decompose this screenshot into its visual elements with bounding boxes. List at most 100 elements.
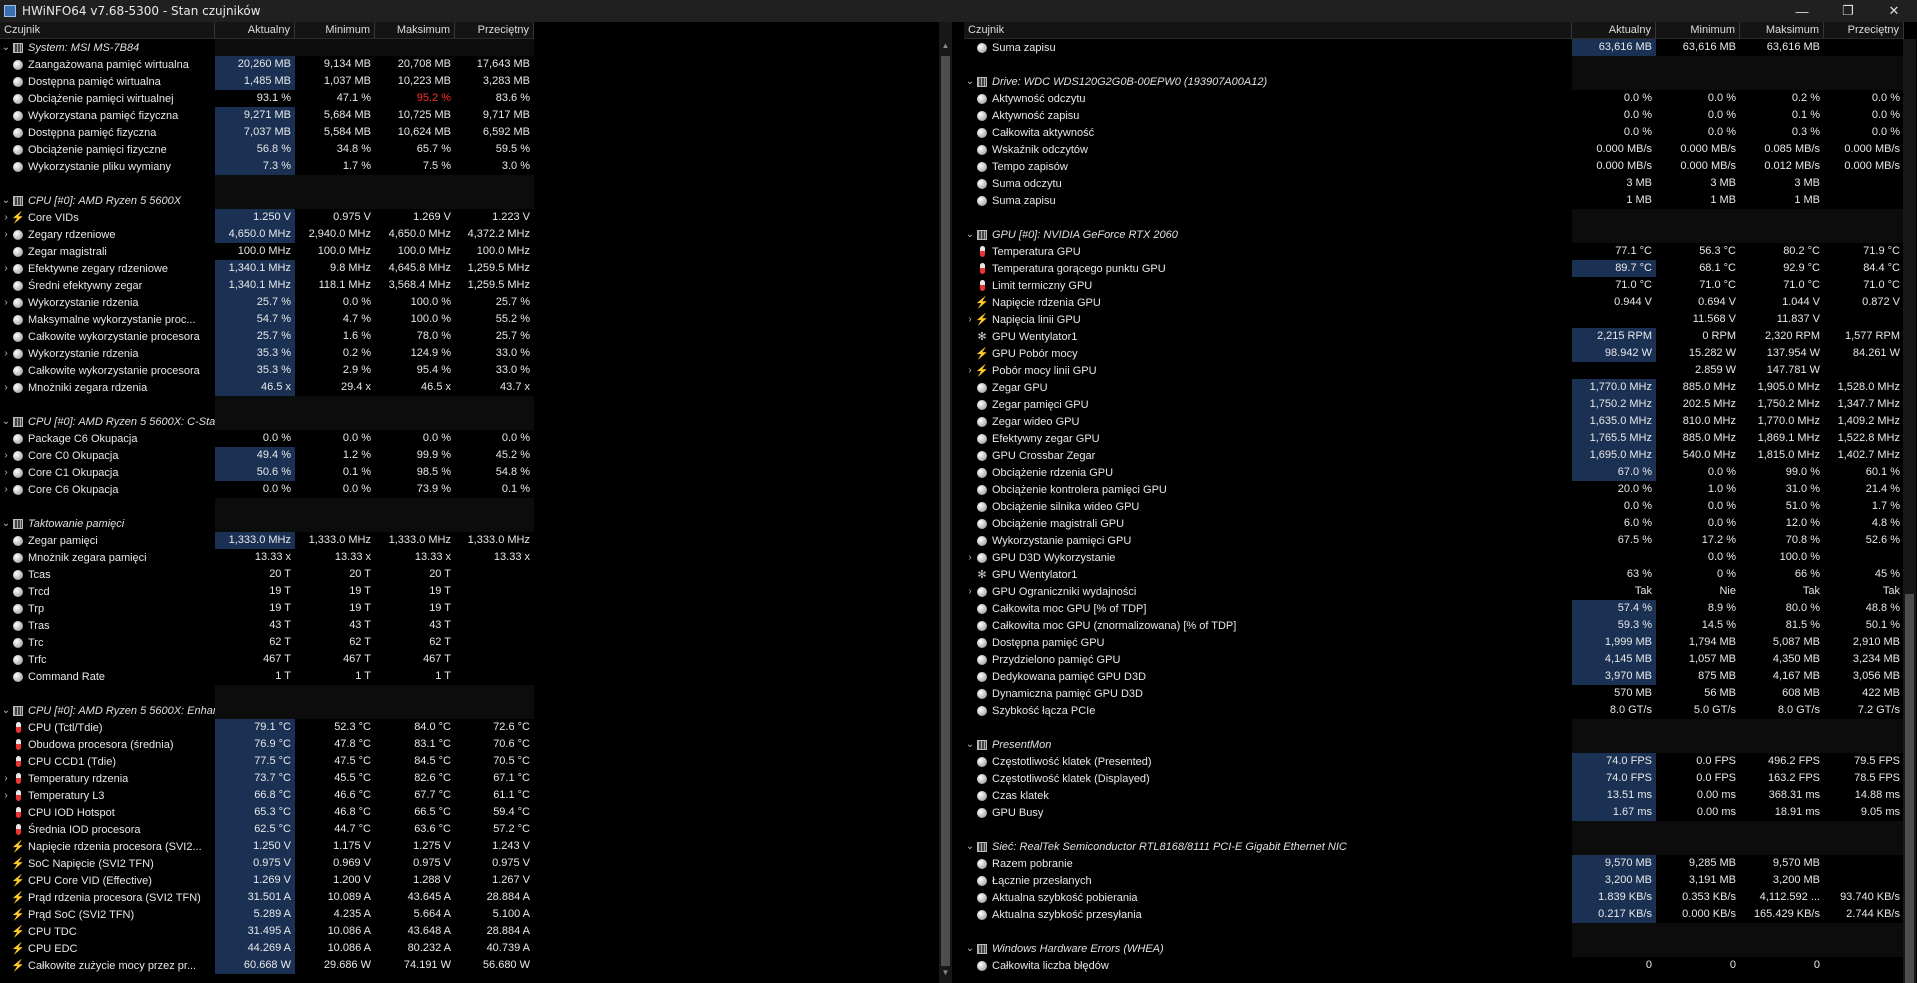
scroll-up-arrow-icon[interactable]: ▲ xyxy=(939,39,952,52)
sensor-row[interactable]: › GPU Ograniczniki wydajności Tak Nie Tak Tak xyxy=(964,583,1904,600)
expand-chevron-icon[interactable]: › xyxy=(0,263,12,274)
sensor-row[interactable]: › ⚡ Pobór mocy linii GPU 2.859 W 147.781 W xyxy=(964,362,1904,379)
sensor-row[interactable]: Obciążenie pamięci wirtualnej 93.1 % 47.1 … xyxy=(0,90,534,107)
sensor-row[interactable]: › Core C0 Okupacja 49.4 % 1.2 % 99.9 % 45.2 % xyxy=(0,447,534,464)
sensor-row[interactable]: Częstotliwość klatek (Presented) 74.0 FPS… xyxy=(964,753,1904,770)
sensor-row[interactable]: Trc 62 T 62 T 62 T xyxy=(0,634,534,651)
sensor-row[interactable]: Dostępna pamięć wirtualna 1,485 MB 1,037 M… xyxy=(0,73,534,90)
sensor-row[interactable]: Aktywność odczytu 0.0 % 0.0 % 0.2 % 0.0 % xyxy=(964,90,1904,107)
sensor-row[interactable]: Wykorzystanie pamięci GPU 67.5 % 17.2 % 70.… xyxy=(964,532,1904,549)
sensor-row[interactable]: Całkowite wykorzystanie procesora 25.7 % 1… xyxy=(0,328,534,345)
sensor-row[interactable]: Całkowita liczba błędów 0 0 0 xyxy=(964,957,1904,974)
sensor-row[interactable]: Dostępna pamięć fizyczna 7,037 MB 5,584 MB… xyxy=(0,124,534,141)
sensor-row[interactable]: Zegar pamięci GPU 1,750.2 MHz 202.5 MHz 1,7… xyxy=(964,396,1904,413)
sensor-row[interactable]: Zegar wideo GPU 1,635.0 MHz 810.0 MHz 1,770… xyxy=(964,413,1904,430)
right-scrollbar[interactable] xyxy=(1903,39,1916,983)
sensor-row[interactable]: › Core C6 Okupacja 0.0 % 0.0 % 73.9 % 0.1 % xyxy=(0,481,534,498)
sensor-row[interactable]: › Temperatury L3 66.8 °C 46.6 °C 67.7 °C 61.1… xyxy=(0,787,534,804)
sensor-row[interactable]: › Wykorzystanie rdzenia 35.3 % 0.2 % 124.9 %… xyxy=(0,345,534,362)
sensor-row[interactable]: ⚡ CPU TDC 31.495 A 10.086 A 43.648 A 28.884 A xyxy=(0,923,534,940)
sensor-row[interactable]: ⚡ SoC Napięcie (SVI2 TFN) 0.975 V 0.969 V 0.… xyxy=(0,855,534,872)
sensor-row[interactable]: › Wykorzystanie rdzenia 25.7 % 0.0 % 100.0 %… xyxy=(0,294,534,311)
sensor-row[interactable]: Razem pobranie 9,570 MB 9,285 MB 9,570 MB xyxy=(964,855,1904,872)
sensor-row[interactable]: Tras 43 T 43 T 43 T xyxy=(0,617,534,634)
sensor-row[interactable]: Dostępna pamięć GPU 1,999 MB 1,794 MB 5,087… xyxy=(964,634,1904,651)
collapse-chevron-icon[interactable]: ⌄ xyxy=(0,42,12,53)
sensor-row[interactable]: › Core C1 Okupacja 50.6 % 0.1 % 98.5 % 54.8 % xyxy=(0,464,534,481)
expand-chevron-icon[interactable]: › xyxy=(0,790,12,801)
collapse-chevron-icon[interactable]: ⌄ xyxy=(964,841,976,852)
sensor-group-header[interactable]: ⌄ CPU [#0]: AMD Ryzen 5 5600X: C-State Ok… xyxy=(0,413,534,430)
left-scrollbar[interactable]: ▲ ▼ xyxy=(939,22,952,983)
scroll-down-arrow-icon[interactable]: ▼ xyxy=(939,966,952,979)
sensor-group-header[interactable]: ⌄ CPU [#0]: AMD Ryzen 5 5600X: Enhanced xyxy=(0,702,534,719)
sensor-row[interactable]: Średni efektywny zegar 1,340.1 MHz 118.1 M… xyxy=(0,277,534,294)
sensor-row[interactable]: CPU CCD1 (Tdie) 77.5 °C 47.5 °C 84.5 °C 70.5… xyxy=(0,753,534,770)
sensor-row[interactable]: Suma odczytu 3 MB 3 MB 3 MB xyxy=(964,175,1904,192)
column-header-min[interactable]: Minimum xyxy=(1656,22,1740,39)
sensor-row[interactable]: Trcd 19 T 19 T 19 T xyxy=(0,583,534,600)
sensor-row[interactable]: Obciążenie silnika wideo GPU 0.0 % 0.0 % 51… xyxy=(964,498,1904,515)
expand-chevron-icon[interactable]: › xyxy=(0,348,12,359)
sensor-row[interactable]: Szybkość łącza PCIe 8.0 GT/s 5.0 GT/s 8.0 G… xyxy=(964,702,1904,719)
minimize-button[interactable]: — xyxy=(1779,0,1825,22)
column-header-avg[interactable]: Przeciętny xyxy=(455,22,534,39)
sensor-row[interactable]: Całkowita aktywność 0.0 % 0.0 % 0.3 % 0.0 % xyxy=(964,124,1904,141)
sensor-group-header[interactable]: ⌄ Taktowanie pamięci xyxy=(0,515,534,532)
expand-chevron-icon[interactable]: › xyxy=(0,467,12,478)
sensor-row[interactable]: Obciążenie pamięci fizyczne 56.8 % 34.8 % 6… xyxy=(0,141,534,158)
collapse-chevron-icon[interactable]: ⌄ xyxy=(0,705,12,716)
expand-chevron-icon[interactable]: › xyxy=(0,484,12,495)
sensor-row[interactable]: ⚡ Prąd rdzenia procesora (SVI2 TFN) 31.501… xyxy=(0,889,534,906)
column-header-max[interactable]: Maksimum xyxy=(375,22,455,39)
sensor-row[interactable]: Obudowa procesora (średnia) 76.9 °C 47.8 °… xyxy=(0,736,534,753)
sensor-row[interactable]: Suma zapisu 1 MB 1 MB 1 MB xyxy=(964,192,1904,209)
sensor-row[interactable]: Command Rate 1 T 1 T 1 T xyxy=(0,668,534,685)
collapse-chevron-icon[interactable]: ⌄ xyxy=(0,195,12,206)
collapse-chevron-icon[interactable]: ⌄ xyxy=(0,416,12,427)
sensor-row[interactable]: Mnożnik zegara pamięci 13.33 x 13.33 x 13.3… xyxy=(0,549,534,566)
sensor-row[interactable]: Zegar magistrali 100.0 MHz 100.0 MHz 100.0 … xyxy=(0,243,534,260)
sensor-row[interactable]: Temperatura gorącego punktu GPU 89.7 °C 68… xyxy=(964,260,1904,277)
collapse-chevron-icon[interactable]: ⌄ xyxy=(964,229,976,240)
sensor-group-header[interactable]: ⌄ Windows Hardware Errors (WHEA) xyxy=(964,940,1904,957)
sensor-row[interactable]: Całkowita moc GPU (znormalizowana) [% of… xyxy=(964,617,1904,634)
expand-chevron-icon[interactable]: › xyxy=(0,382,12,393)
column-header-current[interactable]: Aktualny xyxy=(215,22,295,39)
sensor-row[interactable]: Maksymalne wykorzystanie proc... 54.7 % 4.… xyxy=(0,311,534,328)
sensor-row[interactable]: › Efektywne zegary rdzeniowe 1,340.1 MHz 9.… xyxy=(0,260,534,277)
sensor-row[interactable]: Tcas 20 T 20 T 20 T xyxy=(0,566,534,583)
sensor-row[interactable]: CPU IOD Hotspot 65.3 °C 46.8 °C 66.5 °C 59.4… xyxy=(0,804,534,821)
sensor-row[interactable]: Zegar pamięci 1,333.0 MHz 1,333.0 MHz 1,333… xyxy=(0,532,534,549)
sensor-row[interactable]: Tempo zapisów 0.000 MB/s 0.000 MB/s 0.012 M… xyxy=(964,158,1904,175)
column-header-sensor[interactable]: Czujnik xyxy=(964,22,1572,39)
sensor-group-header[interactable]: ⌄ Sieć: RealTek Semiconductor RTL8168/811… xyxy=(964,838,1904,855)
sensor-row[interactable]: › ⚡ Core VIDs 1.250 V 0.975 V 1.269 V 1.223 V xyxy=(0,209,534,226)
sensor-row[interactable]: › Mnożniki zegara rdzenia 46.5 x 29.4 x 46.5… xyxy=(0,379,534,396)
sensor-row[interactable]: Zaangażowana pamięć wirtualna 20,260 MB 9,… xyxy=(0,56,534,73)
sensor-row[interactable]: Czas klatek 13.51 ms 0.00 ms 368.31 ms 14.88… xyxy=(964,787,1904,804)
column-header-avg[interactable]: Przeciętny xyxy=(1824,22,1904,39)
expand-chevron-icon[interactable]: › xyxy=(964,586,976,597)
sensor-row[interactable]: Łącznie przesłanych 3,200 MB 3,191 MB 3,200… xyxy=(964,872,1904,889)
sensor-row[interactable]: ✻ GPU Wentylator1 2,215 RPM 0 RPM 2,320 RPM 1… xyxy=(964,328,1904,345)
sensor-group-header[interactable]: ⌄ System: MSI MS-7B84 xyxy=(0,39,534,56)
sensor-row[interactable]: ⚡ GPU Pobór mocy 98.942 W 15.282 W 137.954 W… xyxy=(964,345,1904,362)
sensor-row[interactable]: Wykorzystana pamięć fizyczna 9,271 MB 5,68… xyxy=(0,107,534,124)
sensor-row[interactable]: Dynamiczna pamięć GPU D3D 570 MB 56 MB 608 … xyxy=(964,685,1904,702)
sensor-group-header[interactable]: ⌄ Drive: WDC WDS120G2G0B-00EPW0 (193907A0… xyxy=(964,73,1904,90)
sensor-row[interactable]: › GPU D3D Wykorzystanie 0.0 % 100.0 % xyxy=(964,549,1904,566)
sensor-row[interactable]: Obciążenie magistrali GPU 6.0 % 0.0 % 12.0 … xyxy=(964,515,1904,532)
sensor-row[interactable]: Dedykowana pamięć GPU D3D 3,970 MB 875 MB 4… xyxy=(964,668,1904,685)
left-scrollbar-thumb[interactable] xyxy=(941,56,950,966)
sensor-row[interactable]: Wskaźnik odczytów 0.000 MB/s 0.000 MB/s 0.0… xyxy=(964,141,1904,158)
collapse-chevron-icon[interactable]: ⌄ xyxy=(964,943,976,954)
sensor-row[interactable]: Package C6 Okupacja 0.0 % 0.0 % 0.0 % 0.0 % xyxy=(0,430,534,447)
sensor-row[interactable]: Obciążenie kontrolera pamięci GPU 20.0 % 1… xyxy=(964,481,1904,498)
sensor-row[interactable]: Średnia IOD procesora 62.5 °C 44.7 °C 63.6 … xyxy=(0,821,534,838)
sensor-row[interactable]: Suma zapisu 63,616 MB 63,616 MB 63,616 MB xyxy=(964,39,1904,56)
sensor-row[interactable]: Całkowita moc GPU [% of TDP] 57.4 % 8.9 % 8… xyxy=(964,600,1904,617)
sensor-row[interactable]: Częstotliwość klatek (Displayed) 74.0 FPS… xyxy=(964,770,1904,787)
sensor-row[interactable]: CPU (Tctl/Tdie) 79.1 °C 52.3 °C 84.0 °C 72.6… xyxy=(0,719,534,736)
sensor-group-header[interactable]: ⌄ PresentMon xyxy=(964,736,1904,753)
